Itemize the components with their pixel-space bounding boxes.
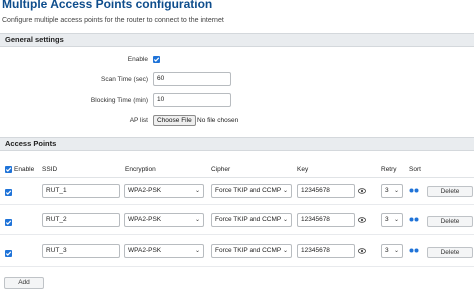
- column-header-retry: Retry: [381, 166, 397, 173]
- retry-value: 3: [385, 216, 389, 223]
- table-header: [0, 160, 474, 178]
- row-divider: [0, 266, 474, 267]
- scan-time-input[interactable]: 60: [153, 72, 231, 86]
- column-header-key: Key: [297, 166, 309, 173]
- add-button[interactable]: Add: [4, 277, 44, 289]
- encryption-select[interactable]: WPA2-PSK ⌄: [124, 244, 204, 258]
- column-header-sort: Sort: [409, 166, 421, 173]
- column-header-encryption: Encryption: [125, 166, 156, 173]
- blocking-time-input[interactable]: 10: [153, 93, 231, 107]
- check-icon: [5, 251, 12, 256]
- check-icon: [5, 167, 12, 172]
- column-header-enable: Enable: [14, 166, 35, 173]
- key-input[interactable]: 12345678: [297, 213, 355, 227]
- general-settings-header: General settings: [0, 33, 474, 47]
- retry-value: 3: [385, 187, 389, 194]
- page-description: Configure multiple access points for the…: [2, 17, 224, 24]
- chevron-down-icon: ⌄: [393, 188, 399, 194]
- key-input[interactable]: 12345678: [297, 184, 355, 198]
- ssid-input[interactable]: RUT_3: [42, 244, 120, 258]
- enable-label: Enable: [127, 56, 148, 63]
- encryption-value: WPA2-PSK: [128, 216, 162, 223]
- sort-handle-icon[interactable]: [409, 248, 419, 253]
- chevron-down-icon: ⌄: [282, 248, 288, 254]
- retry-select[interactable]: 3 ⌄: [381, 184, 403, 198]
- encryption-select[interactable]: WPA2-PSK ⌄: [124, 184, 204, 198]
- cipher-value: Force TKIP and CCMP: [215, 247, 282, 254]
- row-enable-checkbox[interactable]: [5, 250, 12, 257]
- chevron-down-icon: ⌄: [282, 188, 288, 194]
- chevron-down-icon: ⌄: [393, 217, 399, 223]
- encryption-value: WPA2-PSK: [128, 187, 162, 194]
- ap-list-label: AP list: [129, 117, 148, 124]
- chevron-down-icon: ⌄: [393, 248, 399, 254]
- eye-icon[interactable]: [358, 188, 366, 194]
- column-header-ssid: SSID: [42, 166, 58, 173]
- check-icon: [5, 190, 12, 195]
- chevron-down-icon: ⌄: [194, 217, 200, 223]
- choose-file-button[interactable]: Choose File: [153, 115, 196, 126]
- eye-icon[interactable]: [358, 217, 366, 223]
- general-enable-checkbox[interactable]: [153, 56, 160, 63]
- row-enable-checkbox[interactable]: [5, 189, 12, 196]
- delete-button[interactable]: Delete: [427, 247, 473, 258]
- retry-select[interactable]: 3 ⌄: [381, 244, 403, 258]
- check-icon: [5, 220, 12, 225]
- column-header-cipher: Cipher: [211, 166, 231, 173]
- page-title: Multiple Access Points configuration: [2, 0, 213, 11]
- encryption-select[interactable]: WPA2-PSK ⌄: [124, 213, 204, 227]
- eye-icon[interactable]: [358, 248, 366, 254]
- header-enable-checkbox[interactable]: [5, 166, 12, 173]
- chevron-down-icon: ⌄: [194, 248, 200, 254]
- row-divider: [0, 204, 474, 205]
- cipher-select[interactable]: Force TKIP and CCMP ⌄: [211, 184, 292, 198]
- cipher-select[interactable]: Force TKIP and CCMP ⌄: [211, 213, 292, 227]
- ssid-input[interactable]: RUT_2: [42, 213, 120, 227]
- cipher-value: Force TKIP and CCMP: [215, 216, 282, 223]
- delete-button[interactable]: Delete: [427, 216, 473, 227]
- file-status-text: No file chosen: [197, 117, 239, 124]
- ssid-input[interactable]: RUT_1: [42, 184, 120, 198]
- sort-handle-icon[interactable]: [409, 217, 419, 222]
- cipher-select[interactable]: Force TKIP and CCMP ⌄: [211, 244, 292, 258]
- scan-time-label: Scan Time (sec): [101, 76, 148, 83]
- cipher-value: Force TKIP and CCMP: [215, 187, 282, 194]
- retry-value: 3: [385, 247, 389, 254]
- row-divider: [0, 234, 474, 235]
- check-icon: [153, 57, 160, 62]
- delete-button[interactable]: Delete: [427, 186, 473, 197]
- key-input[interactable]: 12345678: [297, 244, 355, 258]
- retry-select[interactable]: 3 ⌄: [381, 213, 403, 227]
- row-enable-checkbox[interactable]: [5, 219, 12, 226]
- sort-handle-icon[interactable]: [409, 188, 419, 193]
- chevron-down-icon: ⌄: [282, 217, 288, 223]
- chevron-down-icon: ⌄: [194, 188, 200, 194]
- access-points-header: Access Points: [0, 137, 474, 151]
- encryption-value: WPA2-PSK: [128, 247, 162, 254]
- blocking-time-label: Blocking Time (min): [90, 97, 148, 104]
